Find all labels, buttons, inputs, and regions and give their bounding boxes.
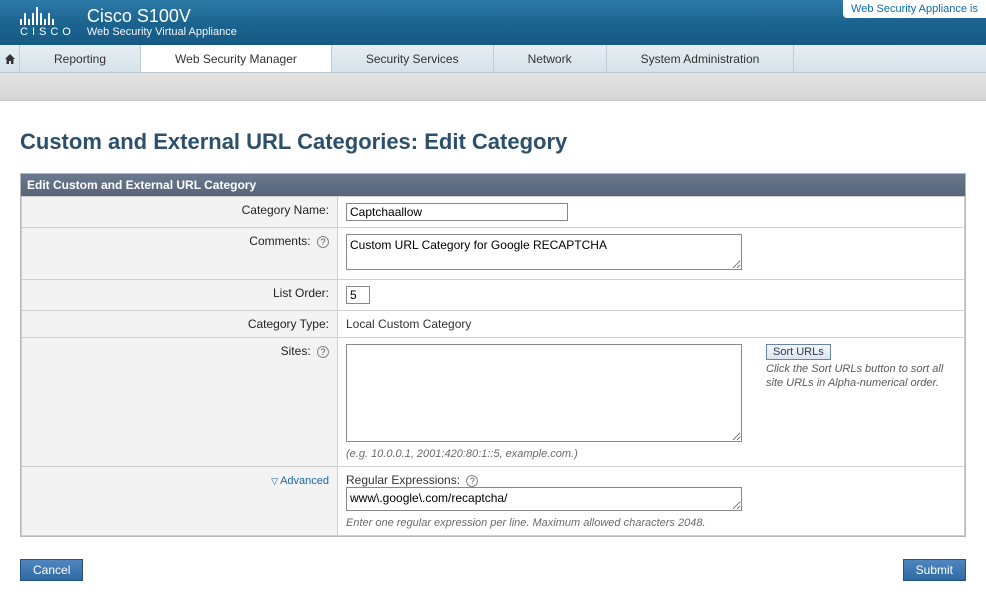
button-row: Cancel Submit (20, 559, 966, 581)
form-table: Category Name: Comments: ? List Order: (21, 196, 965, 536)
sort-urls-hint: Click the Sort URLs button to sort all s… (766, 362, 956, 391)
label-category-name: Category Name: (22, 197, 338, 228)
nav-tab-system-administration[interactable]: System Administration (607, 45, 795, 72)
label-list-order: List Order: (22, 280, 338, 311)
content-area: Custom and External URL Categories: Edit… (0, 101, 986, 547)
label-regex: Regular Expressions: (346, 473, 460, 487)
home-icon[interactable] (0, 45, 20, 72)
label-sites: Sites: (281, 344, 311, 358)
top-banner: CISCO Cisco S100V Web Security Virtual A… (0, 0, 986, 45)
sort-urls-button[interactable]: Sort URLs (766, 344, 831, 360)
logo-block: CISCO Cisco S100V Web Security Virtual A… (20, 7, 237, 39)
brand-logo-text: CISCO (20, 26, 75, 38)
category-name-input[interactable] (346, 203, 568, 221)
nav-tab-security-services[interactable]: Security Services (332, 45, 494, 72)
label-comments: Comments: (249, 234, 310, 248)
product-subtitle: Web Security Virtual Appliance (87, 26, 237, 38)
edit-category-panel: Edit Custom and External URL Category Ca… (20, 173, 966, 537)
panel-header: Edit Custom and External URL Category (21, 174, 965, 196)
nav-tab-web-security-manager[interactable]: Web Security Manager (141, 45, 332, 72)
help-icon[interactable]: ? (317, 346, 329, 358)
advanced-toggle[interactable]: Advanced (280, 475, 329, 487)
regex-textarea[interactable] (346, 487, 742, 511)
label-category-type: Category Type: (22, 311, 338, 338)
regex-hint: Enter one regular expression per line. M… (346, 517, 956, 529)
nav-bar: Reporting Web Security Manager Security … (0, 45, 986, 73)
product-block: Cisco S100V Web Security Virtual Applian… (87, 7, 237, 39)
sort-panel: Sort URLs Click the Sort URLs button to … (766, 344, 956, 391)
category-type-value: Local Custom Category (338, 311, 965, 338)
sites-hint: (e.g. 10.0.0.1, 2001:420:80:1::5, exampl… (346, 448, 956, 460)
cancel-button[interactable]: Cancel (20, 559, 83, 581)
submit-button[interactable]: Submit (903, 559, 966, 581)
list-order-input[interactable] (346, 286, 370, 304)
page-title: Custom and External URL Categories: Edit… (20, 129, 966, 155)
sub-nav-bar (0, 73, 986, 101)
appliance-status-link[interactable]: Web Security Appliance is (843, 0, 986, 18)
nav-tab-reporting[interactable]: Reporting (20, 45, 141, 72)
cisco-logo: CISCO (20, 7, 75, 38)
cisco-bars-icon (20, 7, 75, 25)
product-title: Cisco S100V (87, 7, 237, 27)
nav-tab-network[interactable]: Network (494, 45, 607, 72)
comments-textarea[interactable] (346, 234, 742, 270)
chevron-down-icon[interactable]: ▽ (271, 476, 278, 486)
sites-textarea[interactable] (346, 344, 742, 442)
help-icon[interactable]: ? (317, 236, 329, 248)
help-icon[interactable]: ? (466, 475, 478, 487)
